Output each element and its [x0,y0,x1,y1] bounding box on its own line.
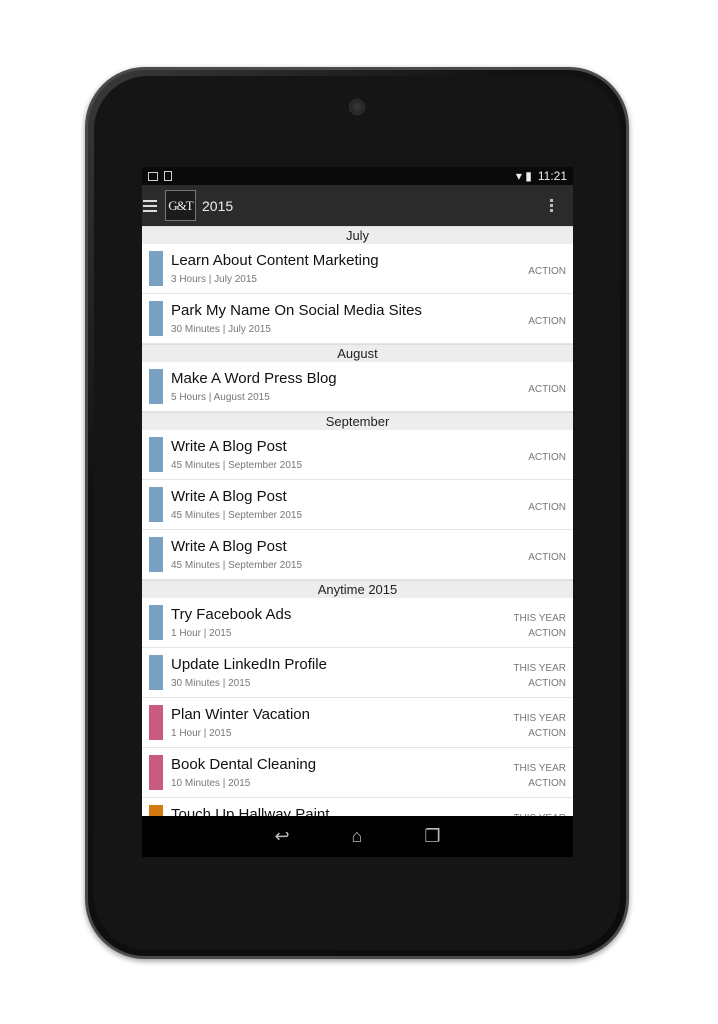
type-tag: ACTION [528,628,566,639]
task-subtitle: 1 Hour | 2015 [171,728,232,739]
home-icon[interactable]: ⌂ [352,826,363,847]
task-list[interactable]: July Learn About Content Marketing 3 Hou… [142,226,573,816]
type-tag: ACTION [528,678,566,689]
category-color-bar [149,655,163,690]
download-notification-icon [164,171,172,181]
task-title: Write A Blog Post [171,438,287,455]
task-subtitle: 30 Minutes | July 2015 [171,324,271,335]
type-tag: ACTION [528,502,566,513]
task-subtitle: 30 Minutes | 2015 [171,678,251,689]
list-item[interactable]: Book Dental Cleaning 10 Minutes | 2015 T… [142,748,573,798]
task-subtitle: 45 Minutes | September 2015 [171,560,303,571]
task-subtitle: 3 Hours | July 2015 [171,274,257,285]
section-header: August [142,344,573,362]
screen: ▾ ▮ 11:21 G&T 2015 July Learn About Cont… [142,167,573,857]
category-color-bar [149,537,163,572]
page-title: 2015 [202,197,234,214]
category-color-bar [149,705,163,740]
camera-icon [349,99,365,115]
wifi-battery-icons: ▾ ▮ [515,169,532,183]
task-subtitle: 45 Minutes | September 2015 [171,460,303,471]
app-logo[interactable]: G&T [165,190,196,221]
timeframe-tag: THIS YEAR [513,811,566,816]
category-color-bar [149,301,163,336]
type-tag: ACTION [528,452,566,463]
list-item[interactable]: Touch Up Hallway Paint THIS YEAR [142,798,573,816]
type-tag: ACTION [528,728,566,739]
task-subtitle: 1 Hour | 2015 [171,628,232,639]
task-tags: ACTION [528,550,566,565]
section-header: September [142,412,573,430]
list-item[interactable]: Park My Name On Social Media Sites 30 Mi… [142,294,573,344]
task-tags: THIS YEAR ACTION [513,711,566,741]
overflow-menu-icon[interactable] [550,199,553,212]
task-subtitle: 45 Minutes | September 2015 [171,510,303,521]
task-tags: THIS YEAR ACTION [513,661,566,691]
task-title: Write A Blog Post [171,488,287,505]
list-item[interactable]: Write A Blog Post 45 Minutes | September… [142,530,573,580]
task-tags: ACTION [528,382,566,397]
list-item[interactable]: Try Facebook Ads 1 Hour | 2015 THIS YEAR… [142,598,573,648]
category-color-bar [149,487,163,522]
task-subtitle: 10 Minutes | 2015 [171,778,251,789]
task-title: Try Facebook Ads [171,606,292,623]
list-item[interactable]: Update LinkedIn Profile 30 Minutes | 201… [142,648,573,698]
app-bar: G&T 2015 [142,185,573,226]
list-item[interactable]: Make A Word Press Blog 5 Hours | August … [142,362,573,412]
task-title: Write A Blog Post [171,538,287,555]
timeframe-tag: THIS YEAR [513,663,566,674]
task-tags: THIS YEAR ACTION [513,761,566,791]
task-title: Touch Up Hallway Paint [171,806,330,816]
list-item[interactable]: Write A Blog Post 45 Minutes | September… [142,430,573,480]
task-tags: ACTION [528,314,566,329]
task-tags: ACTION [528,500,566,515]
category-color-bar [149,605,163,640]
task-title: Plan Winter Vacation [171,706,310,723]
timeframe-tag: THIS YEAR [513,763,566,774]
task-tags: THIS YEAR [513,811,566,816]
image-notification-icon [148,171,158,181]
category-color-bar [149,755,163,790]
list-item[interactable]: Learn About Content Marketing 3 Hours | … [142,244,573,294]
list-item[interactable]: Plan Winter Vacation 1 Hour | 2015 THIS … [142,698,573,748]
clock: 11:21 [537,169,567,183]
task-title: Learn About Content Marketing [171,252,379,269]
list-item[interactable]: Write A Blog Post 45 Minutes | September… [142,480,573,530]
type-tag: ACTION [528,552,566,563]
recents-icon[interactable]: ❐ [424,826,440,847]
category-color-bar [149,437,163,472]
task-tags: ACTION [528,264,566,279]
task-title: Make A Word Press Blog [171,370,337,387]
back-icon[interactable]: ↩ [274,826,289,847]
type-tag: ACTION [528,778,566,789]
category-color-bar [149,251,163,286]
section-header: July [142,226,573,244]
timeframe-tag: THIS YEAR [513,613,566,624]
type-tag: ACTION [528,266,566,277]
task-title: Book Dental Cleaning [171,756,317,773]
nav-bar: ↩ ⌂ ❐ [142,816,573,857]
category-color-bar [149,369,163,404]
timeframe-tag: THIS YEAR [513,713,566,724]
type-tag: ACTION [528,384,566,395]
category-color-bar [149,805,163,816]
status-bar: ▾ ▮ 11:21 [142,167,573,185]
type-tag: ACTION [528,316,566,327]
task-subtitle: 5 Hours | August 2015 [171,392,270,403]
task-tags: ACTION [528,450,566,465]
section-header: Anytime 2015 [142,580,573,598]
hamburger-menu-icon[interactable] [143,199,157,212]
task-title: Update LinkedIn Profile [171,656,327,673]
task-title: Park My Name On Social Media Sites [171,302,422,319]
task-tags: THIS YEAR ACTION [513,611,566,641]
